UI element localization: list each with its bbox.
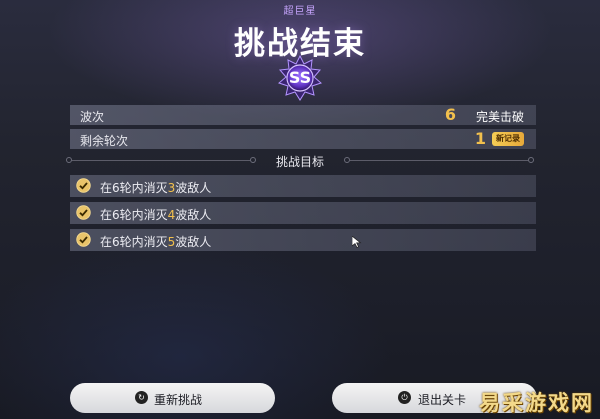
objective-text: 在6轮内消灭5波敌人 xyxy=(100,235,212,249)
new-record-badge: 新记录 xyxy=(492,132,524,146)
stat-row-remaining-turns: 剩余轮次 1 新记录 xyxy=(70,129,536,149)
objective-item: 在6轮内消灭5波敌人 xyxy=(70,229,536,251)
divider-right xyxy=(350,160,528,161)
stat-label: 波次 xyxy=(80,110,105,124)
rank-text: SS xyxy=(288,68,312,87)
exit-key-icon: ⏻ xyxy=(398,391,411,404)
stat-value: 1 xyxy=(474,129,486,148)
mode-subtitle: 超巨星 xyxy=(283,6,317,17)
divider-dot xyxy=(528,157,534,163)
objectives-title: 挑战目标 xyxy=(275,155,324,169)
stat-suffix: 完美击破 xyxy=(475,110,524,124)
check-icon xyxy=(76,205,91,220)
mouse-cursor-icon xyxy=(352,236,362,248)
retry-label: 重新挑战 xyxy=(154,393,203,407)
stat-value: 6 xyxy=(444,105,456,124)
exit-label: 退出关卡 xyxy=(418,393,467,407)
site-watermark: 易采游戏网 xyxy=(479,391,594,415)
retry-button[interactable]: ↻ 重新挑战 xyxy=(70,383,275,413)
objective-text: 在6轮内消灭3波敌人 xyxy=(100,181,212,195)
objective-text: 在6轮内消灭4波敌人 xyxy=(100,208,212,222)
objective-item: 在6轮内消灭3波敌人 xyxy=(70,175,536,197)
rank-badge: SS xyxy=(277,54,323,101)
check-icon xyxy=(76,178,91,193)
objective-item: 在6轮内消灭4波敌人 xyxy=(70,202,536,224)
check-icon xyxy=(76,232,91,247)
stat-label: 剩余轮次 xyxy=(80,134,129,148)
retry-key-icon: ↻ xyxy=(135,391,148,404)
stat-row-waves: 波次 6 完美击破 xyxy=(70,105,536,125)
